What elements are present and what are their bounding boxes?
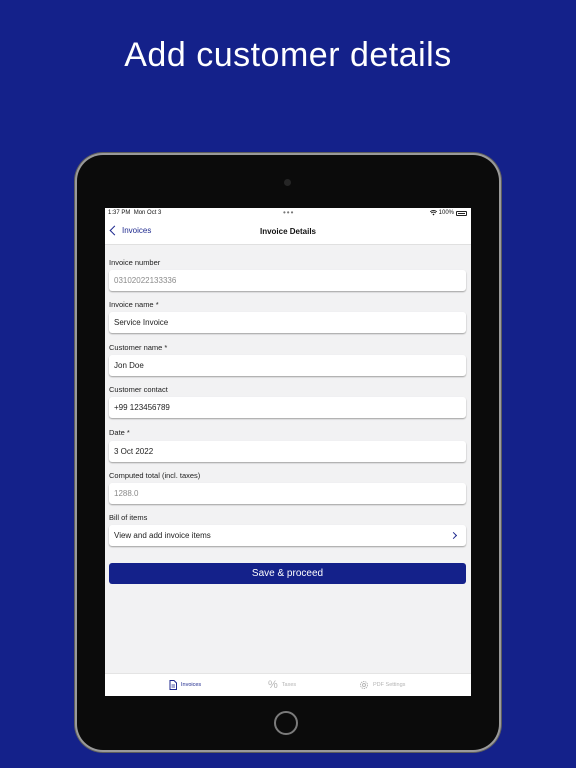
tab-bar: Invoices % Taxes PDF Settings	[105, 673, 471, 696]
wifi-icon	[429, 210, 437, 216]
tab-pdf-settings[interactable]: PDF Settings	[359, 680, 405, 690]
save-proceed-button[interactable]: Save & proceed	[109, 563, 466, 584]
battery-icon	[456, 210, 467, 216]
computed-total-label: Computed total (incl. taxes)	[109, 471, 201, 480]
gear-icon	[360, 681, 368, 689]
home-button[interactable]	[274, 711, 298, 735]
status-right: 100%	[429, 210, 467, 216]
tab-invoices-label: Invoices	[181, 682, 202, 688]
multitask-dots[interactable]: •••	[283, 208, 294, 217]
customer-name-label: Customer name *	[109, 343, 168, 352]
tab-invoices[interactable]: Invoices	[169, 680, 201, 690]
view-invoice-items-row[interactable]: View and add invoice items	[109, 525, 466, 546]
date-picker[interactable]: 3 Oct 2022	[109, 441, 466, 462]
invoice-number-label: Invoice number	[109, 258, 161, 267]
tab-taxes[interactable]: % Taxes	[268, 679, 297, 691]
customer-contact-label: Customer contact	[109, 385, 168, 394]
camera	[284, 179, 291, 186]
bill-of-items-label: Bill of items	[109, 513, 148, 522]
chevron-right-icon	[449, 531, 458, 540]
status-bar: 1:37 PM Mon Oct 3 ••• 100%	[105, 208, 471, 220]
view-invoice-items-label: View and add invoice items	[114, 531, 211, 540]
ipad-frame: 1:37 PM Mon Oct 3 ••• 100% Invoices Invo…	[77, 155, 499, 750]
battery-percent: 100%	[438, 210, 454, 216]
invoice-number-field: 03102022133336	[109, 270, 466, 291]
invoice-name-label: Invoice name *	[109, 300, 159, 309]
page-title: Invoice Details	[259, 227, 317, 236]
tab-pdf-settings-label: PDF Settings	[373, 682, 406, 688]
computed-total-field: 1288.0	[109, 483, 466, 504]
app-screen: 1:37 PM Mon Oct 3 ••• 100% Invoices Invo…	[105, 208, 471, 696]
tab-taxes-label: Taxes	[281, 682, 297, 688]
percent-icon: %	[268, 679, 278, 691]
customer-name-input[interactable]: Jon Doe	[109, 355, 466, 376]
navigation-bar: Invoices Invoice Details	[105, 220, 471, 245]
headline: Add customer details	[124, 36, 452, 74]
document-icon	[169, 680, 177, 690]
invoice-name-input[interactable]: Service Invoice	[109, 312, 466, 333]
date-label: Date *	[109, 428, 130, 437]
status-time: 1:37 PM Mon Oct 3	[108, 210, 162, 216]
customer-contact-input[interactable]: +99 123456789	[109, 397, 466, 418]
